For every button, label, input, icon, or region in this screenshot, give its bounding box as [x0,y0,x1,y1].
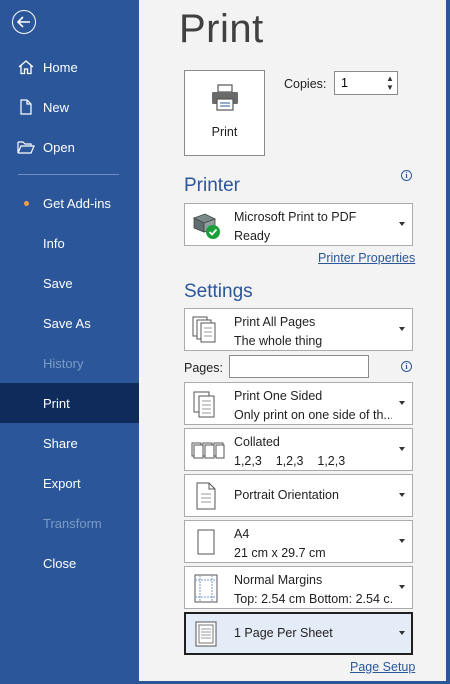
nav-item-label: New [43,99,70,115]
nav-item-label: Save As [43,315,91,331]
print-pane: Print Print Copies: ▲ ▼ Printer i Micros… [139,0,446,684]
chevron-down-icon[interactable]: ▼ [386,83,394,92]
print-range-subtitle: The whole thing [234,334,323,348]
paper-size-subtitle: 21 cm x 29.7 cm [234,546,326,560]
printer-icon [212,84,238,111]
chevron-down-icon [399,493,405,497]
info-icon[interactable]: i [401,361,412,372]
printer-properties-link[interactable]: Printer Properties [318,251,415,265]
nav-item-label: Print [43,395,70,411]
collated-icon [191,442,225,459]
margins-dropdown[interactable]: Normal Margins Top: 2.54 cm Bottom: 2.54… [184,566,413,609]
portrait-icon [196,482,216,510]
sides-title: Print One Sided [234,389,323,403]
one-sided-icon [193,391,215,418]
margins-subtitle: Top: 2.54 cm Bottom: 2.54 c... [234,592,392,606]
all-pages-icon [192,316,216,343]
pages-label: Pages: [184,361,223,375]
collation-title: Collated [234,435,280,449]
copies-label: Copies: [284,77,327,91]
chevron-down-icon [399,539,405,543]
page-title: Print [179,7,264,51]
nav-item-open[interactable]: Open [0,127,139,167]
nav-item-label: Transform [43,515,102,531]
nav-item-label: Close [43,555,77,571]
notification-dot-icon [24,201,29,206]
pages-input[interactable] [229,355,369,378]
nav-item-history: History [0,343,139,383]
backstage-nav: Home New Open Get Add-ins Info Save Save… [0,0,139,684]
copies-spinner[interactable]: ▲ ▼ [383,72,397,94]
printer-section-title: Printer [184,175,240,196]
nav-item-label: Home [43,59,78,75]
printer-ready-icon [192,213,220,239]
nav-item-get-add-ins[interactable]: Get Add-ins [0,183,139,223]
print-button[interactable]: Print [184,70,265,156]
nav-item-label: History [43,355,84,371]
printer-dropdown[interactable]: Microsoft Print to PDF Ready [184,203,413,246]
chevron-up-icon[interactable]: ▲ [386,74,394,83]
orientation-dropdown[interactable]: Portrait Orientation [184,474,413,517]
chevron-down-icon [399,585,405,589]
open-folder-icon [17,141,35,154]
nav-item-label: Save [43,275,73,291]
chevron-down-icon [399,327,405,331]
printer-status: Ready [234,229,271,243]
collation-subtitle: 1,2,3 1,2,3 1,2,3 [234,454,346,468]
paper-size-icon [197,529,215,555]
pages-per-sheet-dropdown[interactable]: 1 Page Per Sheet [184,612,413,655]
orientation-title: Portrait Orientation [234,488,339,502]
sides-subtitle: Only print on one side of th... [234,408,392,422]
margins-title: Normal Margins [234,573,323,587]
nav-item-save-as[interactable]: Save As [0,303,139,343]
nav-separator [18,174,119,175]
nav-item-label: Info [43,235,65,251]
chevron-down-icon [399,631,405,635]
info-icon[interactable]: i [401,170,412,181]
settings-section-title: Settings [184,281,253,302]
nav-item-home[interactable]: Home [0,47,139,87]
back-arrow-icon[interactable] [12,10,36,34]
pages-per-sheet-title: 1 Page Per Sheet [234,626,333,640]
nav-item-label: Open [43,139,75,155]
nav-item-export[interactable]: Export [0,463,139,503]
nav-item-close[interactable]: Close [0,543,139,583]
nav-item-share[interactable]: Share [0,423,139,463]
page-setup-link[interactable]: Page Setup [350,660,415,674]
nav-item-label: Export [43,475,81,491]
new-document-icon [20,99,32,115]
paper-size-title: A4 [234,527,250,541]
nav-item-info[interactable]: Info [0,223,139,263]
page-per-sheet-icon [195,621,217,647]
home-icon [18,60,34,75]
nav-item-print[interactable]: Print [0,383,139,423]
print-range-dropdown[interactable]: Print All Pages The whole thing [184,308,413,351]
paper-size-dropdown[interactable]: A4 21 cm x 29.7 cm [184,520,413,563]
nav-item-label: Share [43,435,78,451]
nav-item-label: Get Add-ins [43,195,111,211]
print-range-title: Print All Pages [234,315,316,329]
nav-item-transform: Transform [0,503,139,543]
chevron-down-icon [399,222,405,226]
printer-name: Microsoft Print to PDF [234,210,357,224]
chevron-down-icon [399,401,405,405]
sides-dropdown[interactable]: Print One Sided Only print on one side o… [184,382,413,425]
nav-item-new[interactable]: New [0,87,139,127]
print-button-label: Print [211,125,238,139]
window-border [446,0,450,684]
chevron-down-icon [399,447,405,451]
collation-dropdown[interactable]: Collated 1,2,3 1,2,3 1,2,3 [184,428,413,471]
margins-icon [194,574,218,603]
nav-item-save[interactable]: Save [0,263,139,303]
